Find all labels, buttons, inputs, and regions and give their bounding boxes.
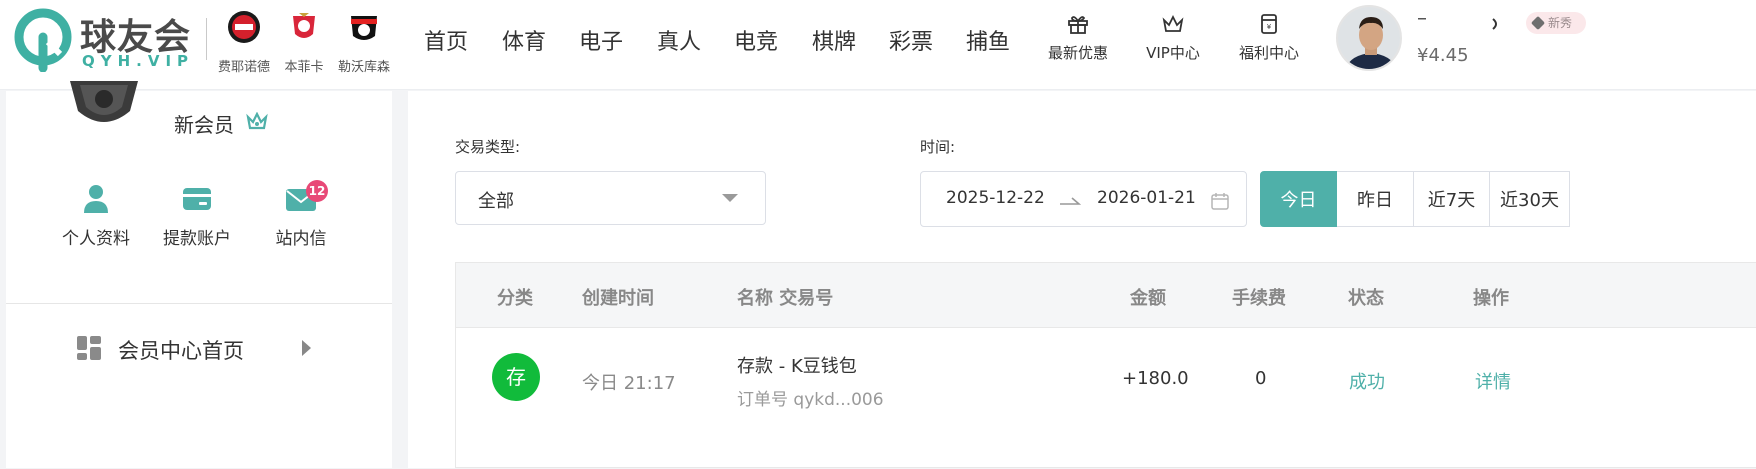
gem-icon bbox=[1530, 15, 1546, 31]
leverkusen-badge-icon bbox=[351, 16, 377, 40]
time-filter-label: 时间: bbox=[920, 138, 956, 156]
nav-esports[interactable]: 电竞 bbox=[734, 24, 778, 56]
club-feyenoord[interactable]: 费耶诺德 bbox=[214, 10, 274, 75]
top-header: 球友会 QYH.VIP 费耶诺德 本菲卡 勒沃库森 首页 体育 电子 真人 电竞… bbox=[0, 0, 1756, 90]
welfare-icon: ¥ bbox=[1261, 14, 1277, 34]
table-header: 分类 创建时间 名称 交易号 金额 手续费 状态 操作 bbox=[456, 263, 1756, 328]
row-name: 存款 - K豆钱包 bbox=[737, 356, 857, 377]
nav-fishing[interactable]: 捕鱼 bbox=[966, 24, 1010, 56]
profile-button[interactable]: 个人资料 bbox=[46, 184, 146, 249]
deposit-category-badge: 存 bbox=[492, 353, 540, 401]
table-row: 存 今日 21:17 存款 - K豆钱包 订单号 qykd...006 +180… bbox=[456, 328, 1756, 469]
date-end[interactable]: 2026-01-21 bbox=[1097, 188, 1196, 208]
transactions-panel: 交易类型: 全部 时间: 2025-12-22 2026-01-21 今日 昨日… bbox=[408, 91, 1756, 468]
vip-level-badge[interactable]: 新秀 bbox=[1526, 12, 1586, 34]
col-action: 操作 bbox=[1473, 288, 1509, 309]
row-amount: +180.0 bbox=[1122, 368, 1189, 389]
date-start[interactable]: 2025-12-22 bbox=[946, 188, 1045, 208]
date-range-picker[interactable]: 2025-12-22 2026-01-21 bbox=[920, 171, 1247, 227]
inbox-label: 站内信 bbox=[275, 229, 327, 249]
person-icon bbox=[84, 185, 108, 213]
withdraw-account-button[interactable]: 提款账户 bbox=[147, 184, 247, 249]
sidebar-divider bbox=[6, 303, 392, 304]
range-yesterday-button[interactable]: 昨日 bbox=[1337, 171, 1414, 227]
nav-sports[interactable]: 体育 bbox=[502, 24, 546, 56]
col-amount: 金额 bbox=[1130, 288, 1166, 309]
col-created-time: 创建时间 bbox=[582, 288, 654, 309]
member-emblem-icon bbox=[70, 81, 138, 122]
wallet-balance: ¥4.45 bbox=[1417, 45, 1469, 66]
promotions-label: 最新优惠 bbox=[1047, 44, 1108, 62]
nav-home[interactable]: 首页 bbox=[424, 24, 468, 56]
club-name: 勒沃库森 bbox=[337, 60, 390, 75]
row-created-time: 今日 21:17 bbox=[582, 373, 676, 394]
row-status: 成功 bbox=[1349, 372, 1385, 393]
gift-icon bbox=[1068, 16, 1088, 34]
vip-center-label: VIP中心 bbox=[1146, 44, 1200, 62]
range-arrow-icon bbox=[1060, 197, 1081, 205]
club-name: 本菲卡 bbox=[284, 60, 324, 75]
unread-count-badge: 12 bbox=[306, 180, 328, 202]
member-home-link[interactable]: 会员中心首页 bbox=[76, 331, 326, 371]
range-today-button[interactable]: 今日 bbox=[1260, 171, 1337, 227]
profile-label: 个人资料 bbox=[62, 229, 130, 249]
row-details-link[interactable]: 详情 bbox=[1475, 368, 1511, 394]
nav-board-games[interactable]: 棋牌 bbox=[812, 24, 856, 56]
club-name: 费耶诺德 bbox=[217, 60, 270, 75]
logo-mark-icon bbox=[14, 8, 72, 72]
col-fee: 手续费 bbox=[1232, 288, 1286, 309]
nav-slots[interactable]: 电子 bbox=[579, 24, 623, 56]
row-fee: 0 bbox=[1255, 368, 1267, 389]
promotions-link[interactable]: 最新优惠 bbox=[1033, 12, 1123, 63]
svg-text:¥: ¥ bbox=[1267, 23, 1272, 31]
transaction-type-value: 全部 bbox=[478, 191, 514, 212]
withdraw-account-label: 提款账户 bbox=[163, 229, 231, 249]
transactions-table: 分类 创建时间 名称 交易号 金额 手续费 状态 操作 存 今日 21:17 存… bbox=[455, 262, 1756, 468]
calendar-icon bbox=[1211, 193, 1229, 210]
username-masked bbox=[1418, 18, 1497, 30]
member-level: 新会员 bbox=[174, 113, 234, 137]
col-name-txid: 名称 交易号 bbox=[737, 288, 834, 309]
brand-domain: QYH.VIP bbox=[82, 52, 195, 70]
benfica-badge-icon bbox=[293, 13, 315, 38]
chevron-right-icon bbox=[302, 340, 311, 356]
card-icon bbox=[183, 188, 211, 210]
transaction-type-select[interactable]: 全部 bbox=[455, 171, 766, 225]
range-30days-button[interactable]: 近30天 bbox=[1490, 171, 1570, 227]
welfare-center-label: 福利中心 bbox=[1238, 44, 1299, 62]
member-home-label: 会员中心首页 bbox=[118, 339, 244, 363]
club-leverkusen[interactable]: 勒沃库森 bbox=[334, 10, 394, 75]
nav-live-casino[interactable]: 真人 bbox=[657, 24, 701, 56]
user-avatar[interactable] bbox=[1336, 5, 1402, 71]
col-status: 状态 bbox=[1348, 288, 1384, 309]
member-sidebar: 新会员 个人资料 提款账户 12 站内信 会员中心首页 bbox=[6, 81, 392, 468]
col-category: 分类 bbox=[497, 288, 533, 309]
club-benfica[interactable]: 本菲卡 bbox=[274, 10, 334, 75]
vip-level-label: 新秀 bbox=[1548, 16, 1573, 30]
quick-range-group: 今日 昨日 近7天 近30天 bbox=[1260, 171, 1570, 227]
nav-lottery[interactable]: 彩票 bbox=[889, 24, 933, 56]
inbox-button[interactable]: 12 站内信 bbox=[251, 180, 351, 249]
dashboard-icon bbox=[77, 336, 101, 360]
feyenoord-badge-icon bbox=[228, 11, 260, 43]
crown-icon bbox=[1162, 14, 1184, 32]
avatar-portrait-icon bbox=[1338, 7, 1400, 69]
logo-divider bbox=[206, 18, 207, 60]
welfare-center-link[interactable]: ¥ 福利中心 bbox=[1224, 12, 1314, 63]
type-filter-label: 交易类型: bbox=[455, 138, 521, 156]
range-7days-button[interactable]: 近7天 bbox=[1414, 171, 1490, 227]
site-logo[interactable]: 球友会 QYH.VIP bbox=[12, 6, 212, 76]
row-order-number: 订单号 qykd...006 bbox=[737, 390, 884, 410]
crown-icon bbox=[246, 112, 268, 130]
vip-center-link[interactable]: VIP中心 bbox=[1128, 12, 1218, 63]
caret-down-icon bbox=[722, 194, 738, 202]
